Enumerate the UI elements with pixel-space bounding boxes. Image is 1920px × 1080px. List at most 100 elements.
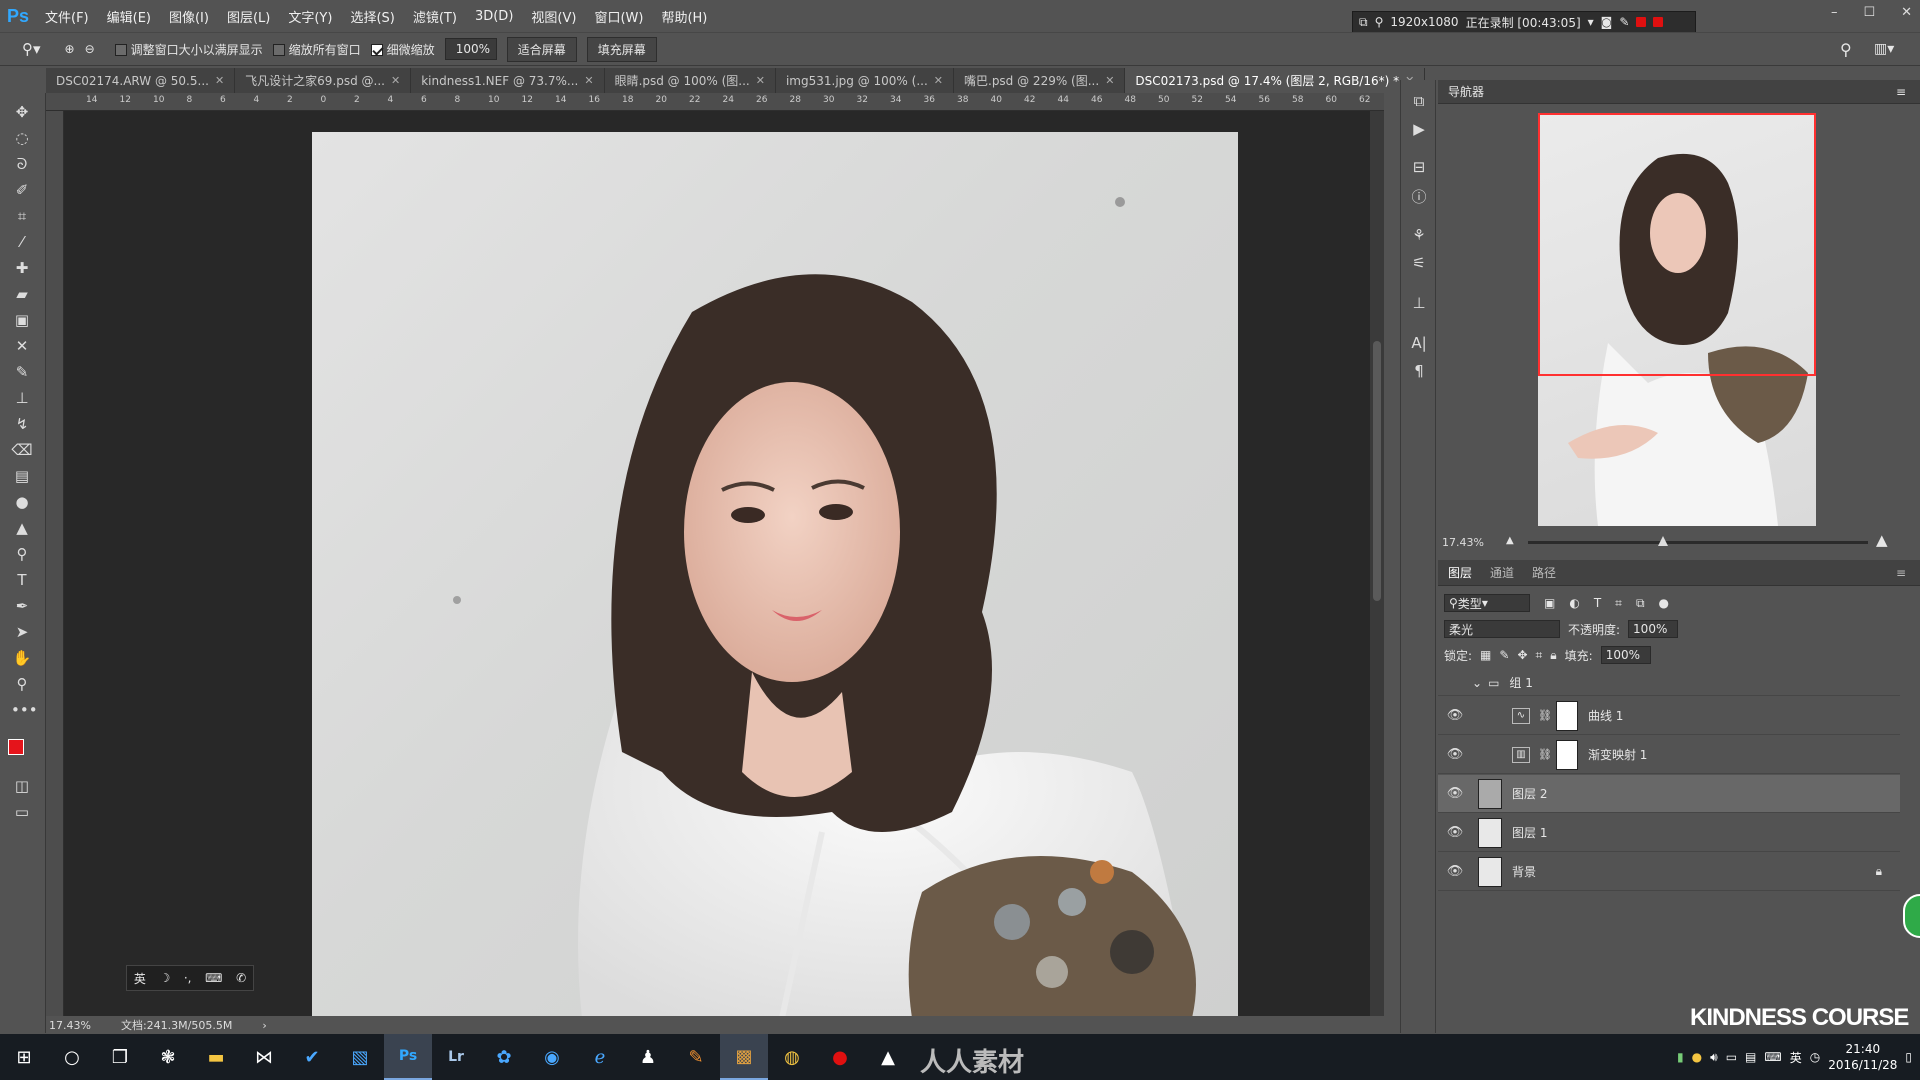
layer-row-layer1[interactable]: 👁︎ 图层 1	[1438, 814, 1900, 852]
clone-source-icon[interactable]: ⊥	[1409, 294, 1429, 314]
moon-icon[interactable]: ☽	[159, 971, 170, 985]
scrubby-zoom-checkbox[interactable]	[370, 44, 383, 56]
menu-image[interactable]: 图像(I)	[160, 7, 218, 26]
notification-icon[interactable]: ▤	[1745, 1050, 1756, 1064]
eye-icon[interactable]: 👁︎	[1438, 825, 1472, 840]
lock-position-icon[interactable]: ✥	[1517, 648, 1527, 662]
app-icon-7[interactable]: ✎	[672, 1034, 720, 1080]
menu-type[interactable]: 文字(Y)	[279, 7, 341, 26]
photoshop-taskbar-icon[interactable]: Ps	[384, 1034, 432, 1080]
taskbar-clock[interactable]: 21:40 2016/11/28	[1828, 1041, 1897, 1073]
tab-layers[interactable]: 图层	[1448, 564, 1472, 581]
photos-icon[interactable]: ▲	[864, 1034, 912, 1080]
app-tray-icon[interactable]: ●	[1692, 1050, 1702, 1064]
zoom-tool-icon[interactable]: ⚲	[11, 673, 33, 695]
content-aware-tool-icon[interactable]: ▣	[11, 309, 33, 331]
close-icon[interactable]: ✕	[756, 74, 765, 87]
pen-tool-icon[interactable]: ✒	[11, 595, 33, 617]
copy-icon[interactable]: ⧉	[1359, 15, 1368, 30]
close-icon[interactable]: ✕	[934, 74, 943, 87]
close-icon[interactable]: ✕	[215, 74, 224, 87]
layer-mask-thumbnail[interactable]	[1555, 700, 1578, 731]
filter-pixel-icon[interactable]: ▣	[1544, 596, 1555, 610]
battery-icon[interactable]: ▮	[1677, 1050, 1684, 1064]
minimize-button[interactable]: –	[1831, 5, 1838, 20]
filter-shape-icon[interactable]: ⌗	[1615, 596, 1622, 611]
layer-thumbnail[interactable]	[1478, 856, 1502, 887]
blur-tool-icon[interactable]: ●	[11, 491, 33, 513]
dropdown-icon[interactable]: ▾	[1588, 15, 1594, 29]
navigator-view-box[interactable]	[1538, 113, 1816, 376]
panel-menu-icon[interactable]: ≡	[1896, 566, 1906, 580]
app-icon-4[interactable]: ▧	[336, 1034, 384, 1080]
app-icon-6[interactable]: ◉	[528, 1034, 576, 1080]
close-button[interactable]: ✕	[1901, 5, 1912, 20]
filter-kind-select[interactable]: ⚲ 类型 ▾	[1444, 594, 1530, 612]
adjustments-icon[interactable]: ⚟	[1409, 254, 1429, 274]
menu-view[interactable]: 视图(V)	[522, 7, 585, 26]
patch-tool-icon[interactable]: ▰	[11, 283, 33, 305]
eye-icon[interactable]: 👁︎	[1438, 747, 1472, 762]
zoom-out-icon[interactable]: ⊖	[85, 42, 95, 56]
menu-file[interactable]: 文件(F)	[36, 7, 98, 26]
navigator-zoom-slider[interactable]	[1528, 536, 1868, 546]
tab-doc-3[interactable]: kindness1.NEF @ 73.7%... ✕	[411, 68, 605, 93]
chevron-right-icon[interactable]: ›	[262, 1019, 266, 1032]
tab-channels[interactable]: 通道	[1490, 564, 1514, 581]
zoom-all-checkbox[interactable]	[272, 44, 285, 56]
zoom-out-small-icon[interactable]: ▲	[1506, 535, 1514, 546]
slider-handle[interactable]	[1658, 536, 1668, 546]
chrome-icon[interactable]: ◍	[768, 1034, 816, 1080]
actions-icon[interactable]: ▶	[1409, 120, 1429, 140]
quick-select-tool-icon[interactable]: ✐	[11, 179, 33, 201]
qq-icon[interactable]: ♟	[624, 1034, 672, 1080]
menu-layer[interactable]: 图层(L)	[218, 7, 279, 26]
foreground-color-swatch[interactable]	[8, 739, 24, 755]
zoom-value-field[interactable]: 100%	[444, 38, 497, 60]
status-zoom[interactable]: 17.43%	[49, 1019, 91, 1032]
scrubby-zoom-option[interactable]: 细微缩放	[370, 41, 435, 58]
pause-icon[interactable]	[1636, 17, 1647, 27]
close-icon[interactable]: ✕	[584, 74, 593, 87]
path-select-tool-icon[interactable]: ➤	[11, 621, 33, 643]
move-tool-icon[interactable]: ✥	[11, 101, 33, 123]
resize-windows-option[interactable]: 调整窗口大小以满屏显示	[114, 41, 263, 58]
zoom-tool-icon[interactable]: ⚲▾	[22, 40, 41, 58]
keyboard-icon[interactable]: ⌨	[205, 971, 222, 985]
stop-icon[interactable]	[1653, 17, 1664, 27]
tab-doc-1[interactable]: DSC02174.ARW @ 50.5... ✕	[46, 68, 236, 93]
tab-doc-5[interactable]: img531.jpg @ 100% (... ✕	[775, 68, 954, 93]
volume-icon[interactable]: 🔊︎	[1710, 1050, 1718, 1065]
network-icon[interactable]: ▭	[1726, 1050, 1737, 1064]
lock-all-icon[interactable]: 🔒︎	[1550, 648, 1556, 663]
vertical-scroll-thumb[interactable]	[1373, 341, 1381, 601]
lasso-tool-icon[interactable]: ᘐ	[11, 153, 33, 175]
hand-tool-icon[interactable]: ✋	[11, 647, 33, 669]
pen-icon[interactable]: ✎	[1619, 15, 1629, 29]
menu-select[interactable]: 选择(S)	[341, 7, 403, 26]
lightroom-taskbar-icon[interactable]: Lr	[432, 1034, 480, 1080]
info-icon[interactable]: ⓘ	[1409, 186, 1429, 206]
file-explorer-icon[interactable]: ▬	[192, 1034, 240, 1080]
layer-thumbnail[interactable]	[1478, 817, 1502, 848]
clock-icon[interactable]: ◷	[1810, 1050, 1820, 1064]
opacity-input[interactable]: 100%	[1628, 620, 1679, 638]
app-icon-2[interactable]: ⋈	[240, 1034, 288, 1080]
lock-artboard-icon[interactable]: ⌗	[1536, 648, 1543, 663]
tab-doc-active[interactable]: DSC02173.psd @ 17.4% (图层 2, RGB/16*) *✕	[1125, 68, 1426, 93]
screen-mode-icon[interactable]: ▭	[11, 801, 33, 823]
menu-filter[interactable]: 滤镜(T)	[404, 7, 466, 26]
eye-icon[interactable]: 👁︎	[1438, 708, 1472, 723]
wrench-icon[interactable]: ✆	[236, 971, 246, 985]
filter-toggle-icon[interactable]: ●	[1659, 596, 1669, 610]
tray-lang[interactable]: 英	[1790, 1049, 1802, 1066]
crop-tool-icon[interactable]: ⌗	[11, 205, 33, 227]
close-icon[interactable]: ✕	[1105, 74, 1114, 87]
brush-tool-icon[interactable]: ✎	[11, 361, 33, 383]
browser-icon[interactable]: ℯ	[576, 1034, 624, 1080]
eraser-tool-icon[interactable]: ⌫	[11, 439, 33, 461]
fill-screen-button[interactable]: 填充屏幕	[586, 36, 657, 62]
task-view-icon[interactable]: ❐	[96, 1034, 144, 1080]
navigator-zoom[interactable]: 17.43%	[1442, 536, 1484, 549]
keyboard-icon[interactable]: ⌨	[1764, 1050, 1781, 1064]
